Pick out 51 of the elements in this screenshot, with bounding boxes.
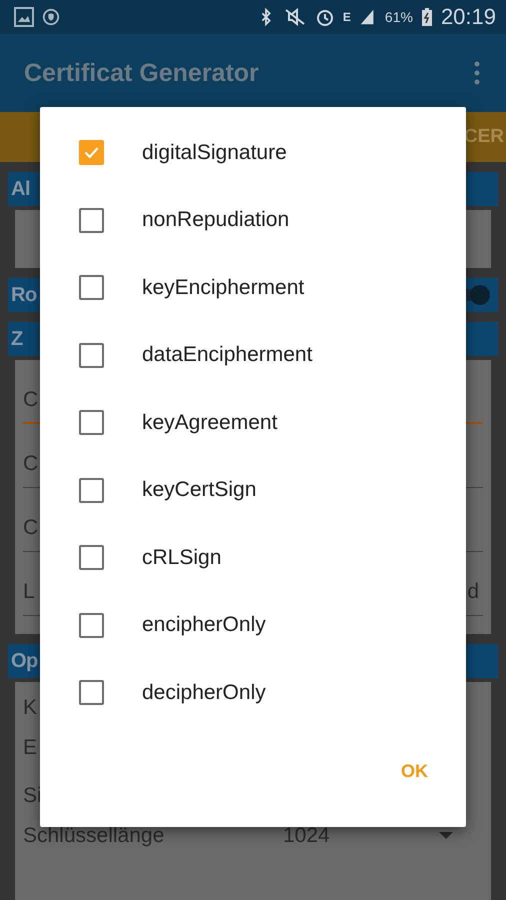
option-item[interactable]: digitalSignature bbox=[40, 119, 466, 186]
option-label: E bbox=[23, 736, 38, 760]
option-label: digitalSignature bbox=[142, 140, 287, 165]
option-item[interactable]: nonRepudiation bbox=[40, 186, 466, 254]
battery-level: 61% bbox=[384, 9, 413, 25]
option-item[interactable]: dataEncipherment bbox=[40, 322, 466, 389]
shield-icon bbox=[42, 8, 60, 26]
section-title: Z bbox=[11, 328, 23, 350]
mute-icon bbox=[282, 7, 307, 27]
alarm-icon bbox=[314, 7, 335, 27]
checkbox[interactable] bbox=[79, 545, 104, 570]
option-item[interactable]: encipherOnly bbox=[40, 592, 466, 659]
option-item[interactable]: decipherOnly bbox=[40, 659, 466, 726]
field-label: L bbox=[23, 580, 35, 604]
image-icon bbox=[14, 7, 34, 27]
option-label: keyAgreement bbox=[142, 410, 278, 435]
option-label: Schlüssellänge bbox=[23, 824, 166, 848]
checkbox[interactable] bbox=[79, 410, 104, 436]
battery-icon bbox=[420, 7, 433, 27]
option-label: nonRepudiation bbox=[142, 208, 290, 232]
checkbox[interactable] bbox=[79, 680, 104, 706]
more-icon[interactable] bbox=[474, 61, 480, 85]
option-item[interactable]: cRLSign bbox=[40, 524, 466, 592]
option-item[interactable]: keyCertSign bbox=[40, 456, 466, 524]
field-value: d bbox=[467, 580, 479, 604]
app-title: Certificat Generator bbox=[24, 58, 259, 88]
option-label: keyEncipherment bbox=[142, 276, 304, 300]
option-label: cRLSign bbox=[142, 546, 222, 570]
clock-time: 20:19 bbox=[440, 4, 496, 30]
section-title: Ro bbox=[11, 284, 37, 306]
checkbox[interactable] bbox=[79, 140, 104, 166]
option-label: K bbox=[23, 696, 38, 720]
section-title: Al bbox=[11, 178, 30, 200]
option-label: decipherOnly bbox=[142, 680, 266, 705]
checkbox[interactable] bbox=[79, 208, 104, 233]
section-title: Op bbox=[11, 650, 38, 672]
caret-icon[interactable] bbox=[439, 832, 453, 840]
option-item[interactable]: keyAgreement bbox=[40, 389, 466, 456]
field-label: C bbox=[23, 452, 38, 476]
option-label: encipherOnly bbox=[142, 613, 266, 638]
field-label: C bbox=[23, 388, 38, 412]
field-label: C bbox=[23, 516, 38, 540]
option-label: dataEncipherment bbox=[142, 343, 312, 368]
option-label: Si bbox=[23, 784, 43, 808]
checkbox[interactable] bbox=[79, 275, 104, 300]
checkbox[interactable] bbox=[79, 342, 104, 368]
option-item[interactable]: keyEncipherment bbox=[40, 254, 466, 322]
checkbox[interactable] bbox=[79, 612, 104, 638]
network-type: E bbox=[342, 10, 351, 24]
checkbox[interactable] bbox=[79, 478, 104, 503]
option-label: keyCertSign bbox=[142, 478, 256, 502]
